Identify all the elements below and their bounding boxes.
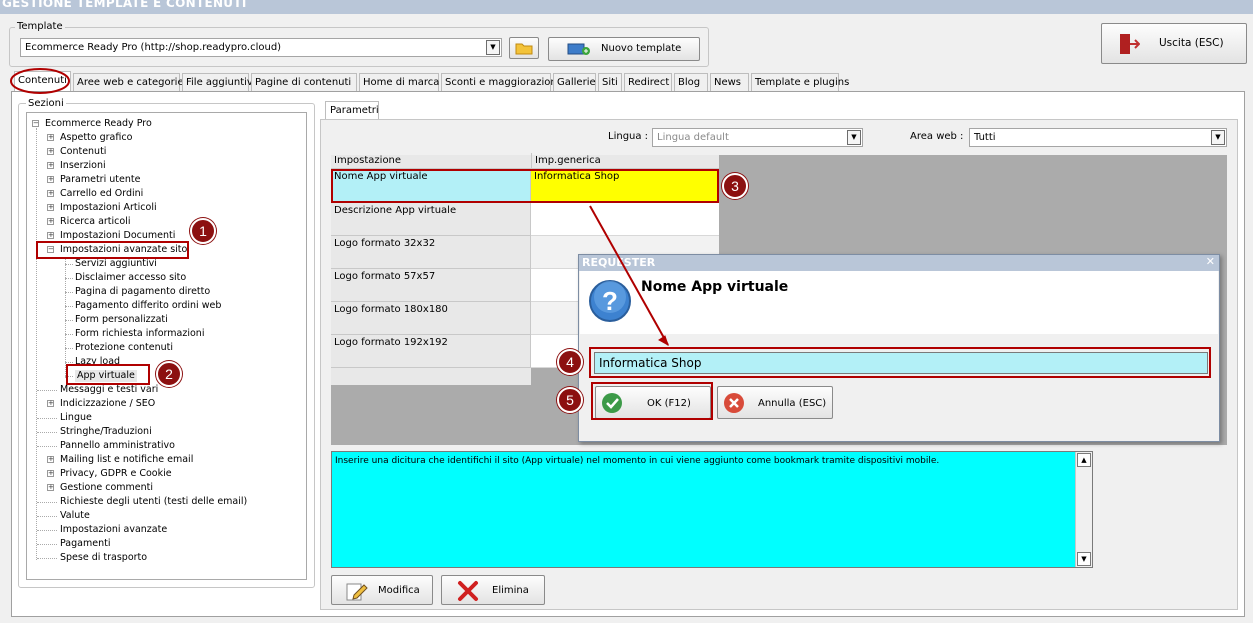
annotation-box-3: [331, 169, 719, 203]
marker-2: 2: [156, 361, 182, 387]
marker-1: 1: [190, 218, 216, 244]
tab-highlight-ellipse: [10, 68, 70, 94]
marker-5: 5: [557, 387, 583, 413]
annotation-box-1: [36, 241, 189, 259]
arrow-head-icon: [658, 335, 669, 347]
annotation-box-4: [589, 347, 1211, 378]
annotation-box-5: [591, 382, 713, 420]
marker-3: 3: [722, 173, 748, 199]
annotation-overlay: [10, 68, 669, 347]
annotation-arrow: [589, 205, 669, 346]
annotation-box-2: [66, 364, 150, 385]
marker-4: 4: [557, 349, 583, 375]
